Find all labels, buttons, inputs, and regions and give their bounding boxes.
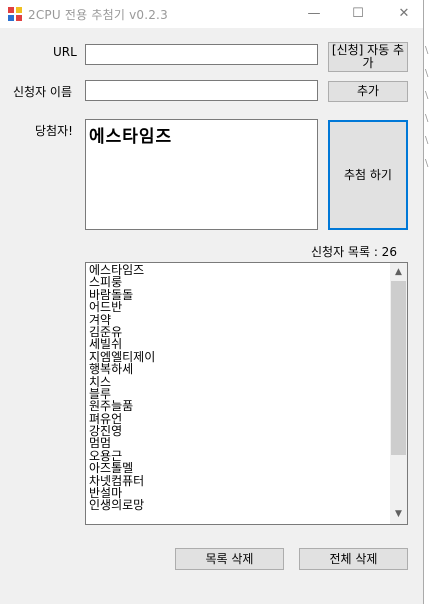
list-item[interactable]: 블루 xyxy=(89,388,155,400)
window-title: 2CPU 전용 추첨기 v0.2.3 xyxy=(28,8,168,22)
add-button[interactable]: 추가 xyxy=(328,81,408,102)
draw-button[interactable]: 추첨 하기 xyxy=(328,120,408,230)
applicant-listbox[interactable]: 에스타임즈 스피룽 바람돌돌 어드반 겨약 김준유 세빌쉬 지엠엘티제이 행복하세 치스 블루 원주늘… xyxy=(85,262,408,525)
delete-list-button[interactable]: 목록 삭제 xyxy=(175,548,284,570)
list-item[interactable]: 차넷컴퓨터 xyxy=(89,475,155,487)
scrollbar-thumb[interactable] xyxy=(391,281,406,455)
edge-mark: \ xyxy=(425,90,429,101)
edge-mark: \ xyxy=(425,135,429,146)
applicant-count: 신청자 목록 : 26 xyxy=(311,245,397,259)
close-button[interactable]: ✕ xyxy=(381,0,427,28)
scroll-up-arrow-icon[interactable]: ▲ xyxy=(390,264,407,281)
list-item[interactable]: 김준유 xyxy=(89,326,155,338)
edge-mark: \ xyxy=(425,112,429,124)
list-item[interactable]: 오용근 xyxy=(89,450,155,462)
list-item[interactable]: 치스 xyxy=(89,376,155,388)
list-item[interactable]: 아즈톨멜 xyxy=(89,462,155,474)
maximize-button[interactable]: ☐ xyxy=(335,0,381,28)
list-item[interactable]: 바람돌돌 xyxy=(89,289,155,301)
list-item[interactable]: 반설마 xyxy=(89,487,155,499)
applicant-list: 에스타임즈 스피룽 바람돌돌 어드반 겨약 김준유 세빌쉬 지엠엘티제이 행복하세 치스 블루 원주늘… xyxy=(89,264,155,512)
list-item[interactable]: 에스타임즈 xyxy=(89,264,155,276)
app-icon xyxy=(8,7,22,21)
list-item[interactable]: 강진영 xyxy=(89,425,155,437)
list-item[interactable]: 겨약 xyxy=(89,314,155,326)
list-item[interactable]: 인생의로망 xyxy=(89,499,155,511)
scroll-down-arrow-icon[interactable]: ▼ xyxy=(390,506,407,523)
list-item[interactable]: 멈멈 xyxy=(89,437,155,449)
delete-all-button[interactable]: 전체 삭제 xyxy=(299,548,408,570)
auto-apply-button[interactable]: [신청] 자동 추가 xyxy=(328,42,408,72)
list-item[interactable]: 펴유언 xyxy=(89,413,155,425)
url-label: URL xyxy=(53,45,77,59)
winner-name: 에스타임즈 xyxy=(89,127,173,147)
list-item[interactable]: 어드반 xyxy=(89,301,155,313)
app-window: 2CPU 전용 추첨기 v0.2.3 — ☐ ✕ URL [신청] 자동 추가 … xyxy=(0,0,424,604)
list-item[interactable]: 세빌쉬 xyxy=(89,338,155,350)
applicant-label: 신청자 이름 xyxy=(13,85,73,99)
url-input[interactable] xyxy=(85,44,318,65)
edge-mark: \ xyxy=(425,45,429,56)
list-item[interactable]: 지엠엘티제이 xyxy=(89,351,155,363)
winner-textbox[interactable]: 에스타임즈 xyxy=(85,119,318,230)
minimize-button[interactable]: — xyxy=(291,0,337,28)
list-item[interactable]: 스피룽 xyxy=(89,276,155,288)
background-window-edge: \ \ \ \ \ \ xyxy=(425,40,434,175)
title-bar: 2CPU 전용 추첨기 v0.2.3 — ☐ ✕ xyxy=(0,0,423,28)
applicant-input[interactable] xyxy=(85,80,318,101)
winner-label: 당첨자! xyxy=(35,124,73,138)
edge-mark: \ xyxy=(425,67,429,79)
edge-mark: \ xyxy=(425,157,429,169)
list-scrollbar[interactable]: ▲ ▼ xyxy=(390,263,407,524)
list-item[interactable]: 원주늘품 xyxy=(89,400,155,412)
list-item[interactable]: 행복하세 xyxy=(89,363,155,375)
